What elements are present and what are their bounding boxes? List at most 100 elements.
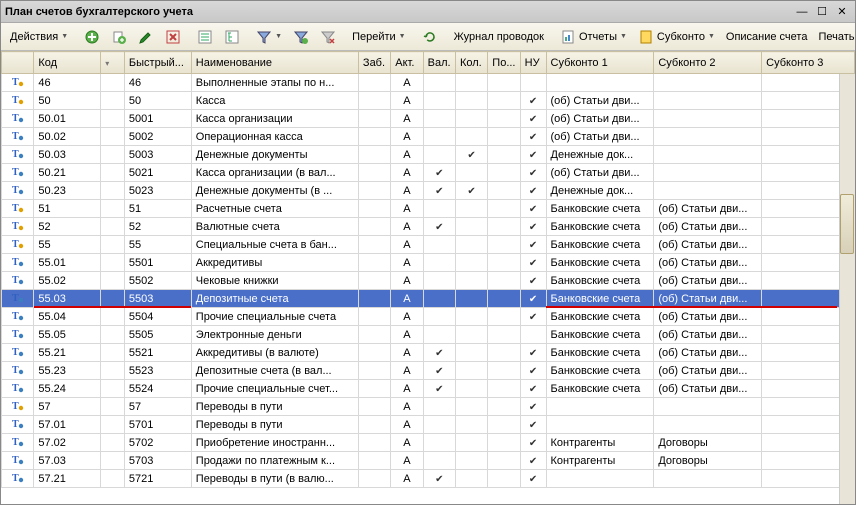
table-row[interactable]: T57.035703Продажи по платежным к...АКонт… [2,452,855,470]
svg-text:T: T [12,401,19,411]
row-icon-cell: T [2,308,34,326]
nu-cell [520,326,546,344]
tree-button[interactable] [219,26,245,48]
table-row[interactable]: T5050КассаА(об) Статьи дви... [2,92,855,110]
sort-cell [101,218,125,236]
maximize-button[interactable]: ☐ [813,4,831,20]
filter-clear-button[interactable] [315,26,341,48]
reports-dropdown[interactable]: Отчеты▼ [555,26,632,48]
kol-cell [455,92,487,110]
po-cell [488,290,520,308]
table-row[interactable]: T55.035503Депозитные счетаАБанковские сч… [2,290,855,308]
filter-button[interactable]: ▼ [251,26,287,48]
col-kol-header[interactable]: Кол. [455,52,487,74]
nu-cell [520,470,546,488]
table-row[interactable]: T5151Расчетные счетаАБанковские счета(об… [2,200,855,218]
col-akt-header[interactable]: Акт. [391,52,423,74]
table-row[interactable]: T55.045504Прочие специальные счетаАБанко… [2,308,855,326]
po-cell [488,452,520,470]
col-icon-header[interactable] [2,52,34,74]
quick-cell: 52 [124,218,191,236]
val-cell [423,272,455,290]
col-sort-header[interactable] [101,52,125,74]
row-icon-cell: T [2,110,34,128]
code-cell: 50.23 [34,182,101,200]
zab-cell [358,380,390,398]
s2-cell [654,470,762,488]
table-row[interactable]: T55.235523Депозитные счета (в вал...АБан… [2,362,855,380]
quick-cell: 5701 [124,416,191,434]
s2-cell: (об) Статьи дви... [654,326,762,344]
table-row[interactable]: T50.025002Операционная кассаА(об) Статьи… [2,128,855,146]
quick-cell: 5703 [124,452,191,470]
table-row[interactable]: T57.015701Переводы в путиА [2,416,855,434]
table-row[interactable]: T5252Валютные счетаАБанковские счета(об)… [2,218,855,236]
journal-button[interactable]: Журнал проводок [449,26,549,48]
list-button[interactable] [192,26,218,48]
akt-cell: А [391,164,423,182]
add-button[interactable] [79,26,105,48]
table-row[interactable]: T55.055505Электронные деньгиАБанковские … [2,326,855,344]
col-s2-header[interactable]: Субконто 2 [654,52,762,74]
subkonto-dropdown[interactable]: Субконто▼ [633,26,720,48]
table-row[interactable]: T50.215021Касса организации (в вал...А(о… [2,164,855,182]
col-name-header[interactable]: Наименование [191,52,358,74]
table-row[interactable]: T55.025502Чековые книжкиАБанковские счет… [2,272,855,290]
col-nu-header[interactable]: НУ [520,52,546,74]
description-button[interactable]: Описание счета [721,26,813,48]
table-row[interactable]: T57.215721Переводы в пути (в валю...А [2,470,855,488]
col-zab-header[interactable]: Заб. [358,52,390,74]
filter-by-button[interactable] [288,26,314,48]
akt-cell: А [391,92,423,110]
val-cell [423,434,455,452]
s2-cell: Договоры [654,434,762,452]
table-row[interactable]: T57.025702Приобретение иностранн...АКонт… [2,434,855,452]
delete-button[interactable] [160,26,186,48]
close-button[interactable]: ✕ [833,4,851,20]
table-row[interactable]: T50.035003Денежные документыАДенежные до… [2,146,855,164]
col-val-header[interactable]: Вал. [423,52,455,74]
table-row[interactable]: T5757Переводы в путиА [2,398,855,416]
vertical-scrollbar[interactable] [839,74,855,504]
print-dropdown[interactable]: Печать▼ [813,26,856,48]
table-row[interactable]: T50.015001Касса организацииА(об) Статьи … [2,110,855,128]
row-icon-cell: T [2,272,34,290]
val-cell [423,200,455,218]
s2-cell: Договоры [654,452,762,470]
svg-text:T: T [12,257,19,267]
table-row[interactable]: T55.245524Прочие специальные счет...АБан… [2,380,855,398]
col-quick-header[interactable]: Быстрый... [124,52,191,74]
table-row[interactable]: T55.015501АккредитивыАБанковские счета(о… [2,254,855,272]
name-cell: Денежные документы [191,146,358,164]
table-row[interactable]: T55.215521Аккредитивы (в валюте)АБанковс… [2,344,855,362]
scrollbar-thumb[interactable] [840,194,854,254]
akt-cell: А [391,452,423,470]
refresh-button[interactable] [417,26,443,48]
col-code-header[interactable]: Код [34,52,101,74]
col-po-header[interactable]: По... [488,52,520,74]
po-cell [488,416,520,434]
zab-cell [358,254,390,272]
table-row[interactable]: T4646Выполненные этапы по н...А [2,74,855,92]
actions-menu[interactable]: Действия▼ [5,26,73,48]
kol-cell [455,344,487,362]
col-s3-header[interactable]: Субконто 3 [762,52,855,74]
nu-cell [520,164,546,182]
goto-label: Перейти [352,31,396,43]
col-s1-header[interactable]: Субконто 1 [546,52,654,74]
akt-cell: А [391,398,423,416]
val-cell [423,362,455,380]
s1-cell: Банковские счета [546,362,654,380]
table-row[interactable]: T50.235023Денежные документы (в ...АДене… [2,182,855,200]
edit-button[interactable] [133,26,159,48]
table-row[interactable]: T5555Специальные счета в бан...АБанковск… [2,236,855,254]
minimize-button[interactable]: — [793,4,811,20]
quick-cell: 46 [124,74,191,92]
val-cell [423,74,455,92]
goto-menu[interactable]: Перейти▼ [347,26,411,48]
s1-cell: Банковские счета [546,308,654,326]
quick-cell: 5023 [124,182,191,200]
accounts-grid[interactable]: Код Быстрый... Наименование Заб. Акт. Ва… [1,51,855,504]
add-copy-button[interactable] [106,26,132,48]
code-cell: 57.21 [34,470,101,488]
